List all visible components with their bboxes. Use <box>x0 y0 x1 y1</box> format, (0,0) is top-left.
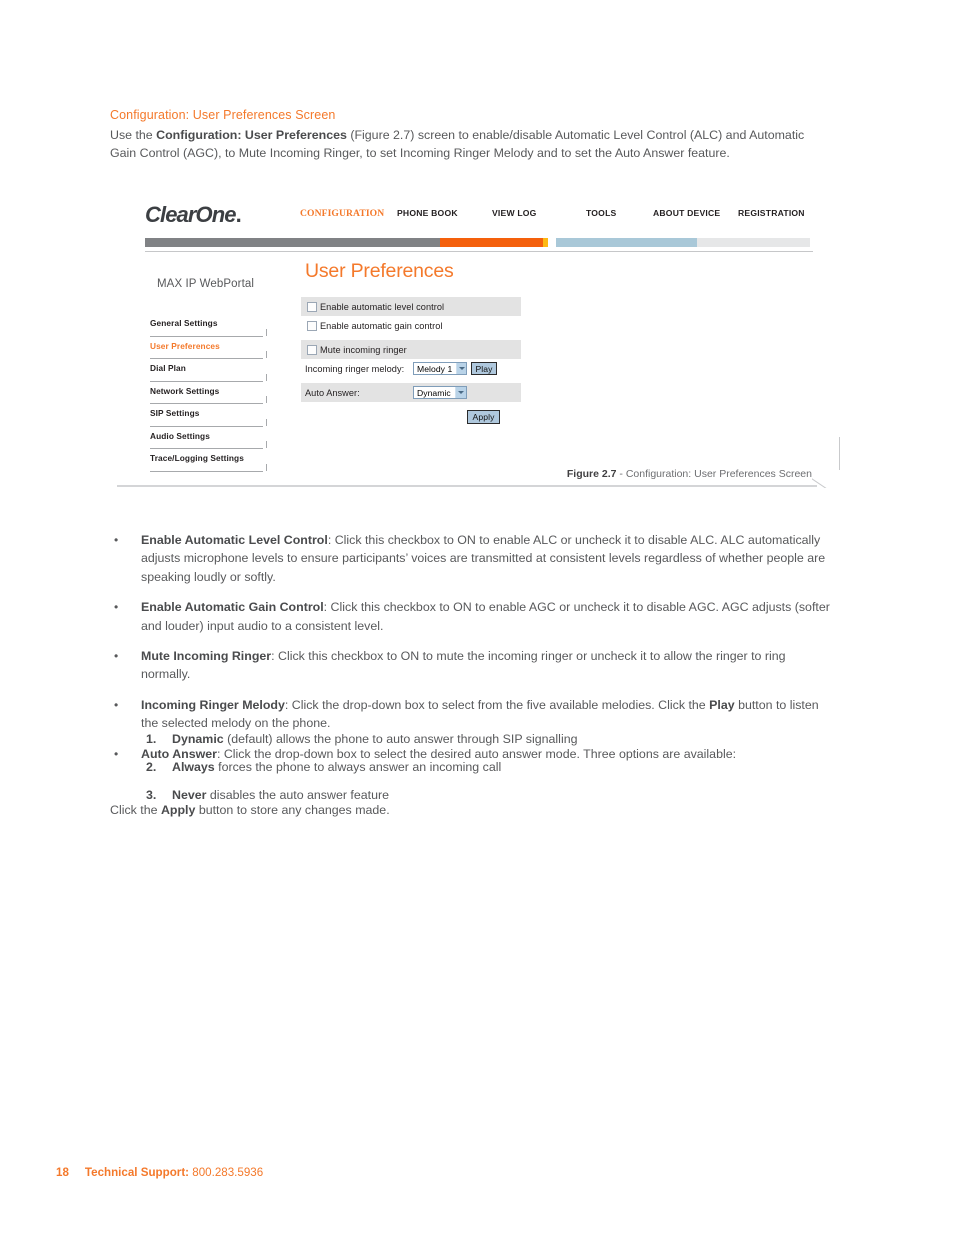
sidebar-item-dial-plan[interactable]: Dial Plan <box>150 359 273 382</box>
sidebar-item-user-preferences[interactable]: User Preferences <box>150 337 273 360</box>
bullet-marker: • <box>114 600 119 615</box>
support-phone: 800.283.5936 <box>189 1166 264 1179</box>
figure-caption-number: Figure 2.7 <box>566 468 617 480</box>
label-enable-alc: Enable automatic level control <box>320 301 445 312</box>
select-ringer-melody[interactable]: Melody 1 <box>413 362 467 375</box>
logo-text: ClearOne <box>145 202 237 227</box>
bullet-marker: • <box>114 697 119 712</box>
document-page: Configuration: User Preferences Screen U… <box>0 0 954 1235</box>
side-navigation: General Settings User Preferences Dial P… <box>150 314 273 472</box>
top-navigation: CONFIGURATION PHONE BOOK VIEW LOG TOOLS … <box>300 208 813 224</box>
list-item-term: Mute Incoming Ringer <box>141 649 272 664</box>
apply-button[interactable]: Apply <box>467 410 500 424</box>
colorbar-underline <box>145 251 813 252</box>
checkbox-mute-incoming-ringer[interactable] <box>307 344 317 355</box>
numbered-item-text: (default) allows the phone to auto answe… <box>223 732 578 746</box>
nav-item-about-device[interactable]: ABOUT DEVICE <box>653 208 720 218</box>
row-mute-ringer[interactable]: Mute incoming ringer <box>301 340 521 359</box>
list-item-term: Enable Automatic Gain Control <box>141 600 324 615</box>
figure-container: ClearOne. CONFIGURATION PHONE BOOK VIEW … <box>117 182 840 487</box>
list-item: • Enable Automatic Level Control: Click … <box>110 531 838 586</box>
figure-border-right <box>839 437 840 470</box>
closing-text-pre: Click the <box>110 803 161 817</box>
page-number: 18 <box>56 1166 69 1179</box>
row-auto-answer: Auto Answer: Dynamic <box>301 383 521 402</box>
numbered-item-text: disables the auto answer feature <box>206 788 389 802</box>
row-enable-alc[interactable]: Enable automatic level control <box>301 297 521 316</box>
figure-caption: Figure 2.7 - Configuration: User Prefere… <box>567 468 812 480</box>
play-button[interactable]: Play <box>471 362 497 375</box>
select-auto-answer[interactable]: Dynamic <box>413 386 467 399</box>
closing-paragraph: Click the Apply button to store any chan… <box>110 802 390 819</box>
nav-item-phone-book[interactable]: PHONE BOOK <box>397 208 458 218</box>
panel-title: User Preferences <box>305 260 454 282</box>
sidebar-item-audio-settings[interactable]: Audio Settings <box>150 427 273 450</box>
apply-button-row: Apply <box>301 402 521 432</box>
user-preferences-panel: User Preferences Enable automatic level … <box>301 260 521 432</box>
list-item-term: Incoming Ringer Melody <box>141 697 285 712</box>
list-item-text: : Click the drop-down box to select from… <box>284 697 710 712</box>
numbered-list-item: 2. Always forces the phone to always ans… <box>110 759 810 776</box>
numbered-item-text: forces the phone to always answer an inc… <box>214 760 502 774</box>
checkbox-enable-alc[interactable] <box>307 301 317 312</box>
clearone-logo: ClearOne. <box>145 202 242 228</box>
closing-text-post: button to store any changes made. <box>195 803 390 817</box>
numbered-item-term: Dynamic <box>172 732 224 746</box>
list-item-term-secondary: Play <box>709 697 735 712</box>
colorbar-light-blue-segment <box>556 238 697 247</box>
numbered-item-term: Never <box>172 788 207 802</box>
brand-color-bar <box>145 238 810 247</box>
support-label: Technical Support: <box>84 1166 190 1179</box>
numbered-marker: 1. <box>146 732 157 746</box>
list-item: • Incoming Ringer Melody: Click the drop… <box>110 696 838 733</box>
list-item: • Mute Incoming Ringer: Click this check… <box>110 647 838 684</box>
colorbar-gray-segment <box>145 238 440 247</box>
section-heading: Configuration: User Preferences Screen <box>110 108 336 122</box>
numbered-item-term: Always <box>172 760 215 774</box>
logo-period: . <box>235 202 242 227</box>
webportal-screenshot: ClearOne. CONFIGURATION PHONE BOOK VIEW … <box>145 190 813 472</box>
figure-caption-text: - Configuration: User Preferences Screen <box>616 468 812 480</box>
row-ringer-melody: Incoming ringer melody: Melody 1 Play <box>301 359 521 378</box>
chevron-down-icon <box>454 387 466 398</box>
figure-border-bottom <box>117 485 817 487</box>
sidebar-item-network-settings[interactable]: Network Settings <box>150 382 273 405</box>
list-item-term: Enable Automatic Level Control <box>141 533 328 547</box>
label-mute-incoming-ringer: Mute incoming ringer <box>320 344 407 355</box>
colorbar-orange-segment <box>440 238 543 247</box>
sidebar-item-trace-logging-settings[interactable]: Trace/Logging Settings <box>150 449 273 472</box>
nav-item-tools[interactable]: TOOLS <box>586 208 616 218</box>
numbered-list-item: 1. Dynamic (default) allows the phone to… <box>110 731 810 748</box>
nav-item-configuration[interactable]: CONFIGURATION <box>300 208 384 219</box>
sidebar-item-sip-settings[interactable]: SIP Settings <box>150 404 273 427</box>
row-enable-agc[interactable]: Enable automatic gain control <box>301 316 521 335</box>
list-item: • Enable Automatic Gain Control: Click t… <box>110 598 838 635</box>
chevron-down-icon <box>456 363 466 374</box>
intro-text-part1: Use the <box>110 128 157 142</box>
label-enable-agc: Enable automatic gain control <box>320 320 443 331</box>
colorbar-white-gap <box>548 238 556 247</box>
intro-paragraph: Use the Configuration: User Preferences … <box>110 126 822 162</box>
portal-title: MAX IP WebPortal <box>157 278 255 290</box>
nav-item-registration[interactable]: REGISTRATION <box>738 208 805 218</box>
bullet-marker: • <box>114 533 119 547</box>
sidebar-item-general-settings[interactable]: General Settings <box>150 314 273 337</box>
bullet-marker: • <box>114 649 119 664</box>
numbered-marker: 2. <box>146 760 157 774</box>
colorbar-light-gray-segment <box>697 238 810 247</box>
label-auto-answer: Auto Answer: <box>305 387 360 398</box>
select-auto-answer-value: Dynamic <box>417 387 451 398</box>
page-footer: 18 Technical Support: 800.283.5936 <box>56 1166 263 1179</box>
checkbox-enable-agc[interactable] <box>307 320 317 331</box>
nav-item-view-log[interactable]: VIEW LOG <box>492 208 537 218</box>
label-incoming-ringer-melody: Incoming ringer melody: <box>305 363 405 374</box>
intro-text-bold: Configuration: User Preferences <box>156 128 347 142</box>
select-ringer-melody-value: Melody 1 <box>417 363 453 374</box>
closing-text-bold: Apply <box>160 803 196 817</box>
